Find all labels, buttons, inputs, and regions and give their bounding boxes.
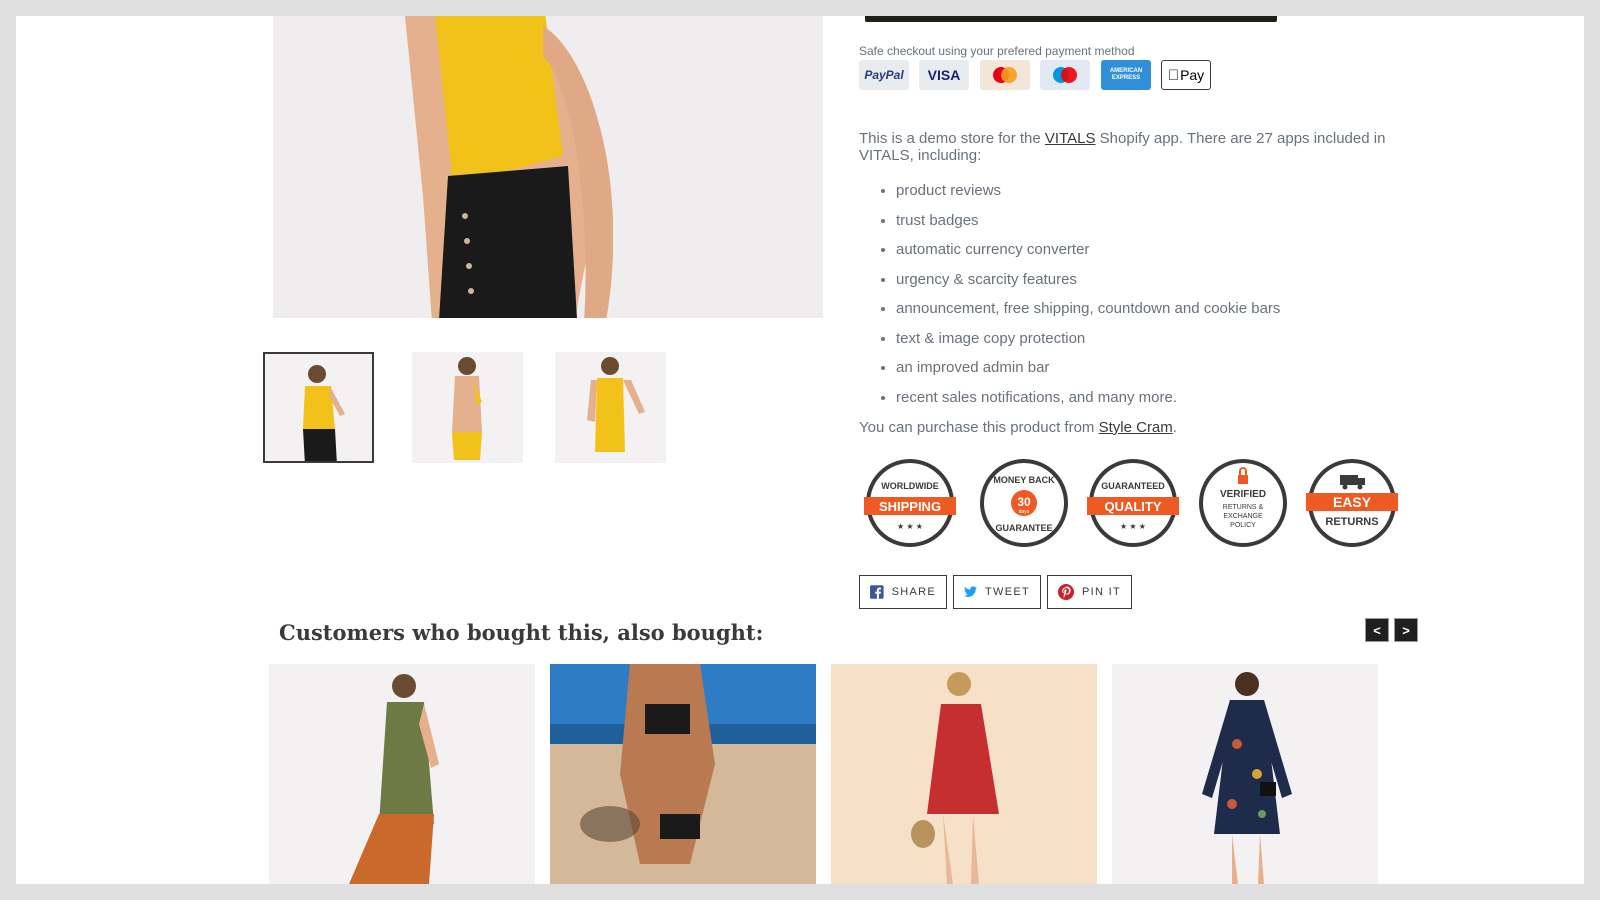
visa-icon: VISA — [919, 60, 969, 90]
list-item: an improved admin bar — [896, 358, 1280, 388]
tweet-button[interactable]: TWEET — [953, 575, 1041, 609]
worldwide-shipping-badge: WORLDWIDE SHIPPING ★ ★ ★ — [864, 459, 956, 547]
list-item: trust badges — [896, 211, 1280, 241]
main-product-image[interactable] — [273, 16, 823, 318]
model-figure — [405, 16, 613, 318]
mastercard-icon — [980, 60, 1030, 90]
product-image — [1202, 672, 1292, 884]
purchase-text: . — [1172, 419, 1177, 436]
apple-pay-label: Pay — [1174, 67, 1204, 83]
product-image — [550, 664, 816, 884]
badge-top-text: MONEY BACK — [993, 475, 1055, 485]
carousel-next-button[interactable]: > — [1394, 618, 1418, 642]
badge-bottom-text: RETURNS — [1325, 516, 1378, 528]
badge-ribbon-text: EASY — [1333, 494, 1372, 510]
share-label: SHARE — [891, 586, 936, 598]
pinterest-icon — [1058, 584, 1074, 600]
list-item: product reviews — [896, 181, 1280, 211]
list-item: urgency & scarcity features — [896, 270, 1280, 300]
badge-top-text: GUARANTEED — [1101, 481, 1165, 491]
product-image — [911, 672, 999, 884]
pin-it-button[interactable]: PIN IT — [1047, 575, 1132, 609]
related-product-card[interactable] — [831, 664, 1097, 884]
tweet-label: TWEET — [985, 586, 1030, 598]
product-description: This is a demo store for the VITALS Shop… — [859, 130, 1419, 164]
amex-icon: AMERICAN EXPRESS — [1101, 60, 1151, 90]
product-page: Safe checkout using your prefered paymen… — [16, 16, 1584, 884]
list-item: text & image copy protection — [896, 329, 1280, 359]
description-text: This is a demo store for the — [859, 130, 1045, 147]
related-product-card[interactable] — [550, 664, 816, 884]
purchase-text: You can purchase this product from — [859, 419, 1099, 436]
maestro-icon — [1040, 60, 1090, 90]
badge-ribbon-text: SHIPPING — [879, 499, 941, 514]
apple-pay-icon: Pay — [1161, 60, 1211, 90]
carousel-prev-button[interactable]: < — [1365, 618, 1389, 642]
add-to-cart-bar[interactable] — [865, 16, 1277, 22]
badge-top-text: VERIFIED — [1220, 489, 1266, 500]
payment-caption: Safe checkout using your prefered paymen… — [859, 44, 1135, 58]
paypal-icon: PayPal — [859, 60, 909, 90]
svg-text:★ ★ ★: ★ ★ ★ — [1120, 522, 1146, 531]
thumbnail-2[interactable] — [412, 352, 523, 463]
vitals-link[interactable]: VITALS — [1045, 130, 1096, 147]
easy-returns-badge: EASY RETURNS — [1306, 459, 1398, 547]
list-item: automatic currency converter — [896, 240, 1280, 270]
facebook-icon — [870, 585, 884, 599]
badge-line-text: RETURNS & — [1223, 504, 1264, 511]
related-products-title: Customers who bought this, also bought: — [279, 620, 764, 645]
verified-returns-badge: VERIFIED RETURNS & EXCHANGE POLICY — [1199, 459, 1287, 547]
product-image — [349, 674, 439, 884]
pin-it-label: PIN IT — [1082, 586, 1121, 598]
badge-bottom-text: GUARANTEE — [995, 523, 1052, 533]
related-product-card[interactable] — [269, 664, 535, 884]
style-cram-link[interactable]: Style Cram — [1099, 419, 1173, 436]
thumbnail-figure — [587, 357, 645, 452]
thumbnail-3[interactable] — [555, 352, 666, 463]
twitter-icon — [964, 586, 977, 597]
thumbnail-figure — [303, 365, 345, 461]
list-item: announcement, free shipping, countdown a… — [896, 299, 1280, 329]
badge-sub-text: days — [1019, 509, 1030, 515]
badge-center-text: 30 — [1017, 495, 1031, 509]
share-button[interactable]: SHARE — [859, 575, 947, 609]
badge-top-text: WORLDWIDE — [881, 481, 939, 491]
badge-line-text: POLICY — [1230, 522, 1256, 529]
svg-text:★ ★ ★: ★ ★ ★ — [897, 522, 923, 531]
list-item: recent sales notifications, and many mor… — [896, 388, 1280, 418]
feature-list: product reviews trust badges automatic c… — [878, 181, 1280, 417]
purchase-note: You can purchase this product from Style… — [859, 419, 1177, 436]
thumbnail-1[interactable] — [263, 352, 374, 463]
badge-ribbon-text: QUALITY — [1104, 499, 1161, 514]
badge-line-text: EXCHANGE — [1223, 513, 1263, 520]
money-back-badge: MONEY BACK 30 days GUARANTEE — [980, 459, 1068, 547]
guaranteed-quality-badge: GUARANTEED QUALITY ★ ★ ★ — [1087, 459, 1179, 547]
thumbnail-figure — [452, 357, 482, 460]
related-product-card[interactable] — [1112, 664, 1378, 884]
